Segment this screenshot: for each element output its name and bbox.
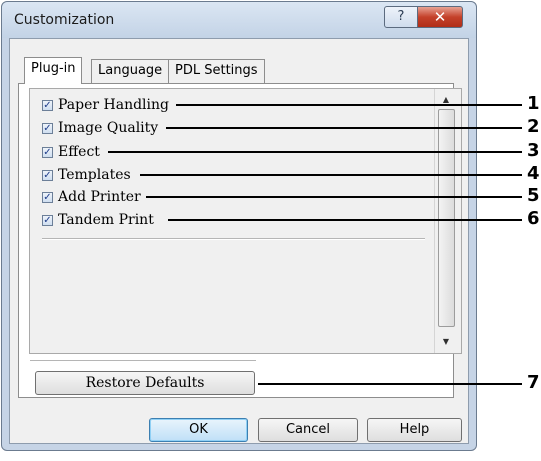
plugin-item-paper-handling[interactable]: ✓ Paper Handling bbox=[42, 96, 169, 114]
checkbox-icon[interactable]: ✓ bbox=[42, 122, 53, 134]
restore-defaults-button[interactable]: Restore Defaults bbox=[35, 371, 255, 395]
plugin-item-templates[interactable]: ✓ Templates bbox=[42, 166, 131, 184]
title-bar[interactable]: Customization ? ✕ bbox=[2, 2, 476, 38]
checkbox-icon[interactable]: ✓ bbox=[42, 99, 53, 111]
plugin-item-label: Image Quality bbox=[58, 120, 159, 136]
callout-number: 3 bbox=[527, 140, 540, 161]
checkbox-icon[interactable]: ✓ bbox=[42, 191, 53, 203]
list-separator bbox=[42, 238, 425, 240]
cancel-button[interactable]: Cancel bbox=[258, 418, 358, 442]
callout-line bbox=[176, 104, 522, 106]
callout-number: 2 bbox=[527, 116, 540, 137]
callout-line bbox=[166, 127, 522, 129]
plugin-item-image-quality[interactable]: ✓ Image Quality bbox=[42, 119, 158, 137]
scroll-thumb[interactable] bbox=[438, 109, 455, 327]
plugin-item-label: Paper Handling bbox=[58, 97, 169, 113]
panel-separator bbox=[30, 360, 256, 362]
plugin-item-label: Tandem Print bbox=[58, 212, 154, 228]
checkbox-icon[interactable]: ✓ bbox=[42, 214, 53, 226]
scroll-up-icon[interactable]: ▲ bbox=[435, 91, 457, 109]
callout-number: 6 bbox=[527, 208, 540, 229]
ok-button[interactable]: OK bbox=[149, 418, 248, 442]
callout-number: 7 bbox=[527, 372, 540, 393]
tab-language[interactable]: Language bbox=[91, 59, 170, 83]
plugin-item-effect[interactable]: ✓ Effect bbox=[42, 143, 100, 161]
plugin-item-label: Add Printer bbox=[58, 189, 141, 205]
tab-plug-in[interactable]: Plug-in bbox=[24, 57, 83, 84]
callout-line bbox=[146, 196, 522, 198]
callout-number: 1 bbox=[527, 93, 540, 114]
callout-number: 4 bbox=[527, 163, 540, 184]
checkbox-icon[interactable]: ✓ bbox=[42, 146, 53, 158]
plugin-item-tandem-print[interactable]: ✓ Tandem Print bbox=[42, 211, 154, 229]
tab-pdl-settings[interactable]: PDL Settings bbox=[168, 59, 265, 83]
scroll-down-icon[interactable]: ▼ bbox=[435, 333, 457, 351]
checkbox-icon[interactable]: ✓ bbox=[42, 169, 53, 181]
callout-line bbox=[108, 151, 522, 153]
dialog-title: Customization bbox=[14, 12, 115, 28]
help-button[interactable]: Help bbox=[367, 418, 462, 442]
callout-line bbox=[168, 219, 522, 221]
callout-number: 5 bbox=[527, 185, 540, 206]
plugin-item-label: Templates bbox=[58, 167, 131, 183]
callout-line bbox=[258, 383, 522, 385]
plugin-item-add-printer[interactable]: ✓ Add Printer bbox=[42, 188, 141, 206]
callout-line bbox=[140, 174, 522, 176]
help-icon-button[interactable]: ? bbox=[384, 6, 418, 28]
plugin-item-label: Effect bbox=[58, 144, 100, 160]
close-icon-button[interactable]: ✕ bbox=[417, 6, 463, 28]
